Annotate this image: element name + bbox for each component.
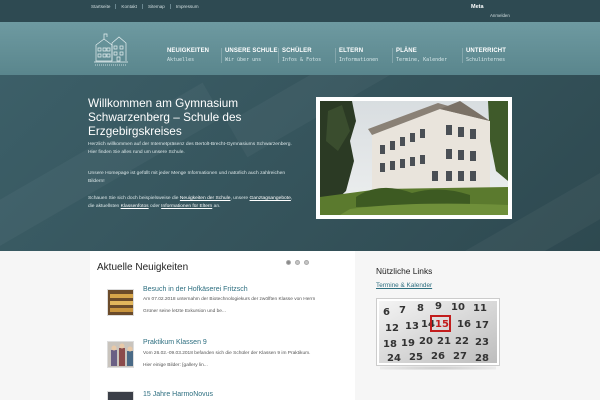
cal-number: 22	[455, 336, 469, 347]
cal-number: 21	[437, 336, 451, 347]
topbar-link-impressum[interactable]: Impressum	[176, 4, 199, 9]
cal-number-highlight: 15	[435, 319, 449, 330]
hero-text: Schauen Sie sich doch beispielsweise die	[88, 196, 180, 201]
cal-number: 17	[475, 320, 489, 331]
news-excerpt-line: Vom 26.02.-09.03.2018 befanden sich die …	[143, 351, 311, 356]
topbar-link-startseite[interactable]: Startseite	[91, 4, 110, 9]
news-item-title[interactable]: 15 Jahre HarmoNovus	[143, 391, 213, 398]
nav-item-eltern[interactable]: ELTERN Informationen	[335, 48, 392, 63]
slider-pagination	[286, 260, 313, 265]
cal-number: 27	[453, 351, 467, 362]
news-thumbnail[interactable]	[107, 341, 134, 368]
nav-item-schueler[interactable]: SCHÜLER Infos & Fotos	[278, 48, 335, 63]
nav-sublabel: Schulinternes	[466, 57, 506, 63]
school-building-image	[320, 101, 508, 215]
cal-number: 26	[431, 351, 445, 362]
choir-image	[108, 392, 133, 400]
school-photo	[316, 97, 512, 219]
calendar-image[interactable]: 6 7 8 9 10 11 12 13 14 15 16 17 18 19 20…	[376, 298, 500, 366]
nav-label: ELTERN	[339, 48, 364, 54]
login-link[interactable]: Anmelden	[490, 13, 510, 18]
hero-title: Willkommen am Gymnasium Schwarzenberg – …	[88, 96, 242, 138]
cal-number: 10	[451, 302, 465, 313]
cal-number: 12	[385, 323, 399, 334]
news-item-title[interactable]: Praktikum Klassen 9	[143, 339, 207, 346]
link-klassenfotos[interactable]: Klassenfotos	[121, 204, 149, 209]
nav-sublabel: Informationen	[339, 57, 379, 63]
nav-sublabel: Infos & Fotos	[282, 57, 322, 63]
news-item-excerpt: Vom 26.02.-09.03.2018 befanden sich die …	[143, 348, 348, 372]
slider-dot-2[interactable]	[295, 260, 300, 265]
calendar-shadow	[380, 366, 496, 370]
news-excerpt-line: Hier einige Bilder: [gallery lin...	[143, 363, 208, 368]
main-nav: NEUIGKEITEN Aktuelles UNSERE SCHULE Wir …	[164, 48, 519, 63]
news-item-title[interactable]: Besuch in der Hofkäserei Fritzsch	[143, 286, 248, 293]
cal-number: 8	[417, 303, 424, 314]
slider-dot-1[interactable]	[286, 260, 291, 265]
cal-number: 9	[435, 301, 442, 312]
cal-number: 19	[401, 338, 415, 349]
news-excerpt-line: Am 07.02.2018 unternahm der Biotechnolog…	[143, 297, 316, 302]
nav-sublabel: Aktuelles	[167, 57, 195, 63]
hero-paragraph: Herzlich willkommen auf der Internetpräs…	[88, 142, 292, 156]
cal-number: 23	[475, 337, 489, 348]
topbar-link-sitemap[interactable]: Sitemap	[148, 4, 165, 9]
link-ganztagsangebote[interactable]: Ganztagsangebote	[250, 196, 291, 201]
hero-banner: Willkommen am Gymnasium Schwarzenberg – …	[0, 75, 600, 251]
nav-sublabel: Wir über uns	[225, 57, 262, 63]
calendar-photo: 6 7 8 9 10 11 12 13 14 15 16 17 18 19 20…	[379, 301, 497, 364]
hero-text: oder	[148, 204, 162, 210]
nav-label: PLÄNE	[396, 48, 417, 54]
nav-item-unterricht[interactable]: UNTERRICHT Schulinternes	[462, 48, 519, 63]
divider	[169, 4, 171, 9]
top-bar: Startseite Kontakt Sitemap Impressum Met…	[0, 0, 600, 22]
link-neuigkeiten[interactable]: Neuigkeiten der Schule	[180, 196, 231, 201]
cal-number: 13	[405, 321, 419, 332]
cal-number: 11	[473, 303, 487, 314]
nav-item-unsere-schule[interactable]: UNSERE SCHULE Wir über uns	[221, 48, 278, 63]
site-header: NEUIGKEITEN Aktuelles UNSERE SCHULE Wir …	[0, 22, 600, 75]
cal-number: 6	[383, 307, 390, 318]
meta-nav: Startseite Kontakt Sitemap Impressum	[91, 4, 199, 9]
nav-sublabel: Termine, Kalender	[396, 57, 448, 63]
news-thumbnail[interactable]	[107, 391, 134, 400]
meta-title: Meta	[471, 4, 484, 10]
nav-item-neuigkeiten[interactable]: NEUIGKEITEN Aktuelles	[164, 48, 221, 63]
cal-number: 16	[457, 319, 471, 330]
nav-label: SCHÜLER	[282, 48, 312, 54]
nav-item-plaene[interactable]: PLÄNE Termine, Kalender	[392, 48, 462, 63]
school-logo[interactable]	[92, 31, 130, 69]
news-section-title: Aktuelle Neuigkeiten	[97, 262, 189, 273]
cal-number: 24	[387, 353, 401, 363]
cal-number: 28	[475, 353, 489, 363]
hero-text: , unsere	[230, 196, 250, 201]
slider-dot-3[interactable]	[304, 260, 309, 265]
cal-number: 14	[421, 319, 435, 330]
sidebar-title: Nützliche Links	[376, 266, 433, 276]
cal-number: 18	[383, 339, 397, 350]
hero-paragraph: Unsere Homepage ist gefüllt mit jeder Me…	[88, 171, 286, 185]
cal-number: 25	[409, 352, 423, 363]
nav-label: UNTERRICHT	[466, 48, 506, 54]
link-eltern-info[interactable]: Informationen für Eltern	[161, 204, 212, 209]
students-image	[108, 342, 133, 367]
news-item-excerpt: Am 07.02.2018 unternahm der Biotechnolog…	[143, 294, 348, 318]
topbar-link-kontakt[interactable]: Kontakt	[121, 4, 137, 9]
news-excerpt-line: Grüner seine letzte Exkursion und be...	[143, 309, 226, 314]
divider	[141, 4, 143, 9]
calendar-link[interactable]: Termine & Kalender	[376, 282, 432, 289]
cal-number: 20	[419, 336, 433, 347]
divider	[115, 4, 117, 9]
hero-paragraph: Schauen Sie sich doch beispielsweise die…	[88, 195, 293, 212]
news-thumbnail[interactable]	[107, 289, 134, 316]
hero-text: an.	[212, 204, 221, 210]
news-section	[90, 251, 355, 400]
nav-label: UNSERE SCHULE	[225, 48, 278, 54]
nav-label: NEUIGKEITEN	[167, 48, 210, 54]
cal-number: 7	[399, 305, 406, 316]
cheese-shelves-image	[108, 290, 133, 315]
